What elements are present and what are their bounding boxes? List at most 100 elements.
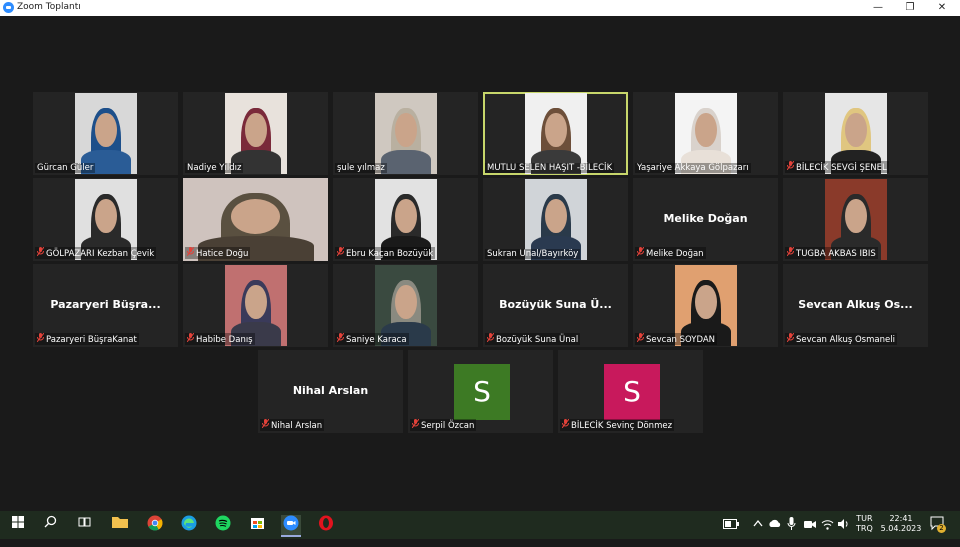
windows-taskbar: TUR TRQ 22:41 5.04.2023 2: [0, 511, 960, 539]
muted-mic-icon: [786, 160, 795, 172]
participant-tile[interactable]: Yaşariye Akkaya Gölpazarı: [633, 92, 778, 175]
person-body: [381, 149, 431, 174]
participant-name: Gürcan Güler: [37, 163, 94, 173]
participant-name-label: MUTLU SELEN HAŞIT -BİLECİK: [485, 163, 615, 173]
participant-name: Ebru Kaçan Bozüyük: [346, 249, 434, 259]
participant-name: Sevcan SOYDAN: [646, 335, 716, 345]
person-face: [545, 113, 567, 148]
notifications-icon[interactable]: 2: [930, 516, 946, 544]
participant-name-label: Nihal Arslan: [260, 418, 325, 431]
participant-name-label: Serpil Özcan: [410, 418, 477, 431]
close-button[interactable]: ✕: [928, 0, 956, 16]
participant-display-name: Melike Doğan: [663, 212, 748, 225]
participant-name-label: Bozüyük Suna Ünal: [485, 332, 581, 345]
muted-mic-icon: [336, 246, 345, 258]
participant-tile[interactable]: Sevcan Alkuş Os... Sevcan Alkuş Osmaneli: [783, 264, 928, 347]
participant-name-label: Gürcan Güler: [35, 163, 96, 173]
chevron-up-icon[interactable]: [753, 519, 763, 547]
language-indicator[interactable]: TUR TRQ: [856, 514, 873, 542]
participant-tile[interactable]: Gürcan Güler: [33, 92, 178, 175]
participant-name: Nadiye Yıldız: [187, 163, 242, 173]
participant-tile[interactable]: Nadiye Yıldız: [183, 92, 328, 175]
edge-icon[interactable]: [179, 515, 199, 535]
participant-name: BİLECİK SEVGİ ŞENEL: [796, 163, 887, 173]
person-face: [230, 198, 281, 234]
muted-mic-icon: [486, 332, 495, 344]
opera-icon[interactable]: [316, 515, 336, 535]
participant-name: Sukran Unal/Bayırköy: [487, 249, 579, 259]
notification-count: 2: [937, 524, 946, 533]
person-face: [695, 113, 717, 148]
participant-tile[interactable]: Hatice Doğu: [183, 178, 328, 261]
participant-tile[interactable]: S Serpil Özcan: [408, 350, 553, 433]
participant-tile[interactable]: Ebru Kaçan Bozüyük: [333, 178, 478, 261]
participant-tile[interactable]: Sukran Unal/Bayırköy: [483, 178, 628, 261]
muted-mic-icon: [636, 246, 645, 258]
participant-tile[interactable]: Pazaryeri Büşra... Pazaryeri BüşraKanat: [33, 264, 178, 347]
person-face: [845, 199, 867, 234]
clock-time: 22:41: [889, 514, 913, 523]
participant-name-label: Saniye Karaca: [335, 332, 409, 345]
participant-name-label: Sevcan Alkuş Osmaneli: [785, 332, 897, 345]
participant-name-label: GÖLPAZARI Kezban Çevik: [35, 246, 157, 259]
volume-icon[interactable]: [837, 518, 850, 546]
person-face: [395, 113, 417, 148]
muted-mic-icon: [36, 332, 45, 344]
participant-name: Melike Doğan: [646, 249, 704, 259]
participant-tile[interactable]: Melike Doğan Melike Doğan: [633, 178, 778, 261]
participant-name: Saniye Karaca: [346, 335, 407, 345]
muted-mic-icon: [36, 246, 45, 258]
minimize-button[interactable]: —: [864, 0, 892, 16]
participant-name: Serpil Özcan: [421, 421, 475, 431]
task-view-icon[interactable]: [74, 515, 94, 535]
gallery-view: Gürcan Güler Nadiye Yıldız şule yılmaz MUTL…: [0, 16, 960, 511]
participant-name: Hatice Doğu: [196, 249, 249, 259]
participant-name: Habibe Danış: [196, 335, 253, 345]
microphone-icon[interactable]: [787, 517, 796, 545]
muted-mic-icon: [561, 418, 570, 430]
participant-name-label: Habibe Danış: [185, 332, 255, 345]
window-title: Zoom Toplantı: [17, 2, 81, 12]
zoom-taskbar-icon[interactable]: [281, 515, 301, 537]
battery-icon[interactable]: [723, 519, 739, 547]
participant-tile[interactable]: GÖLPAZARI Kezban Çevik: [33, 178, 178, 261]
participant-tile[interactable]: BİLECİK SEVGİ ŞENEL: [783, 92, 928, 175]
search-icon[interactable]: [40, 515, 60, 535]
store-icon[interactable]: [247, 515, 267, 535]
participant-video: [225, 93, 287, 174]
camera-icon[interactable]: [803, 518, 817, 546]
spotify-icon[interactable]: [213, 515, 233, 535]
participant-tile[interactable]: Bozüyük Suna Ü... Bozüyük Suna Ünal: [483, 264, 628, 347]
participant-name: Bozüyük Suna Ünal: [496, 335, 579, 345]
muted-mic-icon: [336, 332, 345, 344]
participant-name: şule yılmaz: [337, 163, 385, 173]
wifi-icon[interactable]: [821, 518, 834, 546]
muted-mic-icon: [411, 418, 420, 430]
person-face: [845, 113, 867, 148]
participant-tile[interactable]: Habibe Danış: [183, 264, 328, 347]
participant-tile[interactable]: Nihal Arslan Nihal Arslan: [258, 350, 403, 433]
participant-name: GÖLPAZARI Kezban Çevik: [46, 249, 155, 259]
person-face: [245, 285, 267, 320]
participant-tile[interactable]: şule yılmaz: [333, 92, 478, 175]
participant-video: [75, 93, 137, 174]
participant-tile[interactable]: MUTLU SELEN HAŞIT -BİLECİK: [483, 92, 628, 175]
language-label: TUR: [856, 514, 873, 523]
participant-tile[interactable]: Sevcan SOYDAN: [633, 264, 778, 347]
participant-name-label: Hatice Doğu: [185, 246, 251, 259]
participant-avatar: S: [604, 364, 660, 420]
start-icon[interactable]: [8, 515, 28, 535]
participant-tile[interactable]: Saniye Karaca: [333, 264, 478, 347]
file-explorer-icon[interactable]: [110, 515, 130, 535]
clock[interactable]: 22:41 5.04.2023: [880, 514, 922, 542]
participant-name-label: şule yılmaz: [335, 163, 387, 173]
chrome-icon[interactable]: [145, 515, 165, 535]
participant-video: [375, 93, 437, 174]
participant-name-label: TUGBA AKBAS IBIS: [785, 246, 878, 259]
maximize-button[interactable]: ❐: [896, 0, 924, 16]
zoom-logo-icon: [3, 2, 14, 13]
participant-tile[interactable]: S BİLECİK Sevinç Dönmez: [558, 350, 703, 433]
muted-mic-icon: [786, 246, 795, 258]
cloud-icon[interactable]: [768, 519, 781, 547]
participant-tile[interactable]: TUGBA AKBAS IBIS: [783, 178, 928, 261]
